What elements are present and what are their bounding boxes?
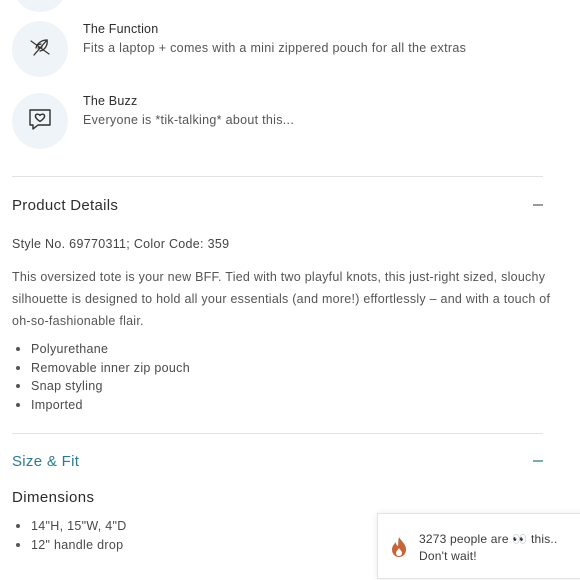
product-features-list: Polyurethane Removable inner zip pouch S… xyxy=(14,340,190,414)
bullet-dot xyxy=(16,402,20,407)
bullet-dot xyxy=(16,384,20,388)
flame-icon xyxy=(390,536,408,563)
section-divider xyxy=(12,176,543,177)
bullet-dot xyxy=(16,365,20,370)
feature-the-buzz: The Buzz Everyone is *tik-talking* about… xyxy=(12,93,552,153)
list-item-text: Imported xyxy=(31,397,83,412)
list-item: Imported xyxy=(14,396,190,415)
list-item: 12" handle drop xyxy=(14,536,127,555)
section-title: Size & Fit xyxy=(12,452,80,470)
product-details-accordion-header[interactable]: Product Details xyxy=(12,194,543,216)
product-description: This oversized tote is your new BFF. Tie… xyxy=(12,270,551,328)
toast-message-line: 3273 people are 👀 this.. xyxy=(419,532,558,546)
social-proof-toast[interactable]: 3273 people are 👀 this.. Don't wait! xyxy=(377,513,580,579)
bullet-dot xyxy=(16,524,20,528)
style-number: Style No. 69770311; Color Code: 359 xyxy=(12,237,230,251)
list-item-text: 12" handle drop xyxy=(31,537,124,552)
list-item-text: Removable inner zip pouch xyxy=(31,360,190,375)
bullet-dot xyxy=(16,542,20,547)
feature-icon-circle-partial xyxy=(12,0,68,12)
list-item: Removable inner zip pouch xyxy=(14,359,190,378)
bullet-dot xyxy=(16,347,20,351)
chat-heart-icon xyxy=(25,104,55,139)
list-item-text: 14"H, 15"W, 4"D xyxy=(31,519,127,533)
feature-the-function: The Function Fits a laptop + comes with … xyxy=(12,21,552,81)
feature-title: The Buzz xyxy=(83,94,138,108)
list-item: 14"H, 15"W, 4"D xyxy=(14,517,127,536)
collapse-minus-icon[interactable] xyxy=(533,204,543,206)
list-item: Polyurethane xyxy=(14,340,190,359)
toast-message-line: Don't wait! xyxy=(419,549,477,563)
list-item: Snap styling xyxy=(14,377,190,396)
feature-title: The Function xyxy=(83,22,159,36)
feature-description: Everyone is *tik-talking* about this... xyxy=(83,113,295,127)
feature-icon-circle xyxy=(12,93,68,149)
section-title: Product Details xyxy=(12,196,119,214)
list-item-text: Snap styling xyxy=(31,379,103,393)
dimensions-heading: Dimensions xyxy=(12,489,95,506)
toast-message: 3273 people are 👀 this.. Don't wait! xyxy=(419,531,558,565)
feature-icon-circle xyxy=(12,21,68,77)
feature-description: Fits a laptop + comes with a mini zipper… xyxy=(83,41,467,55)
size-fit-accordion-header[interactable]: Size & Fit xyxy=(12,450,543,472)
product-page: The Function Fits a laptop + comes with … xyxy=(0,0,580,580)
dimensions-list: 14"H, 15"W, 4"D 12" handle drop xyxy=(14,517,127,554)
list-item-text: Polyurethane xyxy=(31,342,109,356)
collapse-minus-icon[interactable] xyxy=(533,460,543,462)
section-divider xyxy=(12,433,543,434)
feather-icon xyxy=(25,32,55,67)
